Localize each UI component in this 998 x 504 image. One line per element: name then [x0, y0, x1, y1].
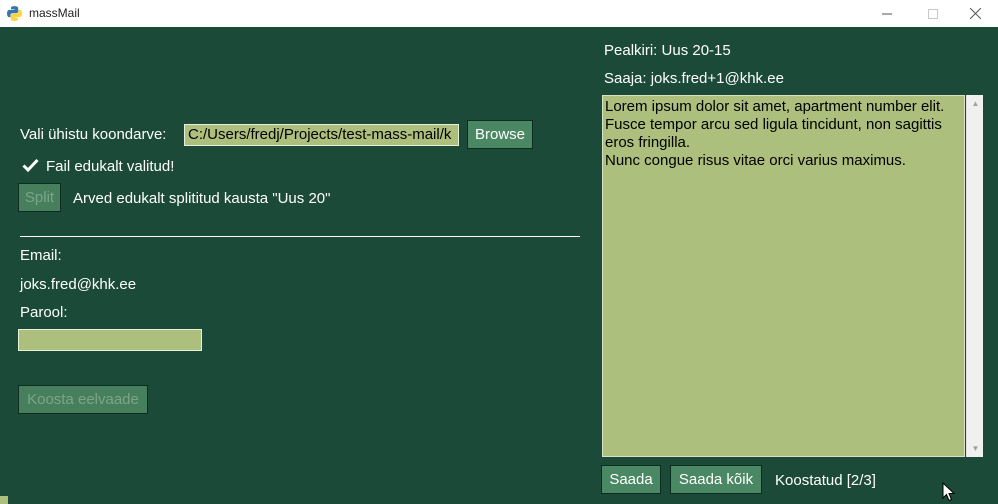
preview-button[interactable]: Koosta eelvaade: [18, 385, 148, 414]
main-window: Vali ühistu koondarve: C:/Users/fredj/Pr…: [0, 27, 998, 504]
file-success-text: Fail edukalt valitud!: [46, 158, 175, 175]
recipient-text: Saaja: joks.fred+1@khk.ee: [604, 70, 784, 87]
resize-grip: [0, 496, 8, 504]
scroll-down-arrow-icon[interactable]: ▼: [967, 440, 984, 457]
split-button[interactable]: Split: [18, 183, 61, 212]
split-status-text: Arved edukalt splititud kausta "Uus 20": [73, 190, 331, 207]
password-label: Parool:: [20, 304, 68, 321]
maximize-button[interactable]: [910, 0, 956, 27]
python-icon: [7, 6, 22, 21]
browse-button[interactable]: Browse: [467, 120, 533, 149]
minimize-icon: [882, 13, 892, 14]
body-scrollbar[interactable]: ▲ ▼: [966, 95, 983, 457]
send-all-button[interactable]: Saada kõik: [670, 465, 762, 494]
window-title: massMail: [29, 6, 80, 20]
close-icon: [969, 8, 981, 19]
close-button[interactable]: [952, 0, 998, 27]
title-bar: massMail: [0, 0, 998, 27]
email-label: Email:: [20, 247, 62, 264]
scroll-up-arrow-icon[interactable]: ▲: [967, 95, 984, 112]
message-body-textarea[interactable]: Lorem ipsum dolor sit amet, apartment nu…: [602, 95, 965, 457]
email-value: joks.fred@khk.ee: [20, 276, 137, 293]
compiled-status-text: Koostatud [2/3]: [775, 472, 876, 489]
minimize-button[interactable]: [864, 0, 910, 27]
checkmark-icon: [22, 158, 39, 172]
invoice-label: Vali ühistu koondarve:: [20, 126, 167, 143]
send-button[interactable]: Saada: [601, 465, 661, 494]
maximize-icon: [928, 8, 938, 19]
separator: [20, 236, 580, 237]
mouse-cursor-icon: [942, 482, 956, 502]
password-input[interactable]: [18, 329, 202, 351]
invoice-path-input[interactable]: C:/Users/fredj/Projects/test-mass-mail/k: [184, 124, 459, 146]
subject-text: Pealkiri: Uus 20-15: [604, 42, 731, 59]
